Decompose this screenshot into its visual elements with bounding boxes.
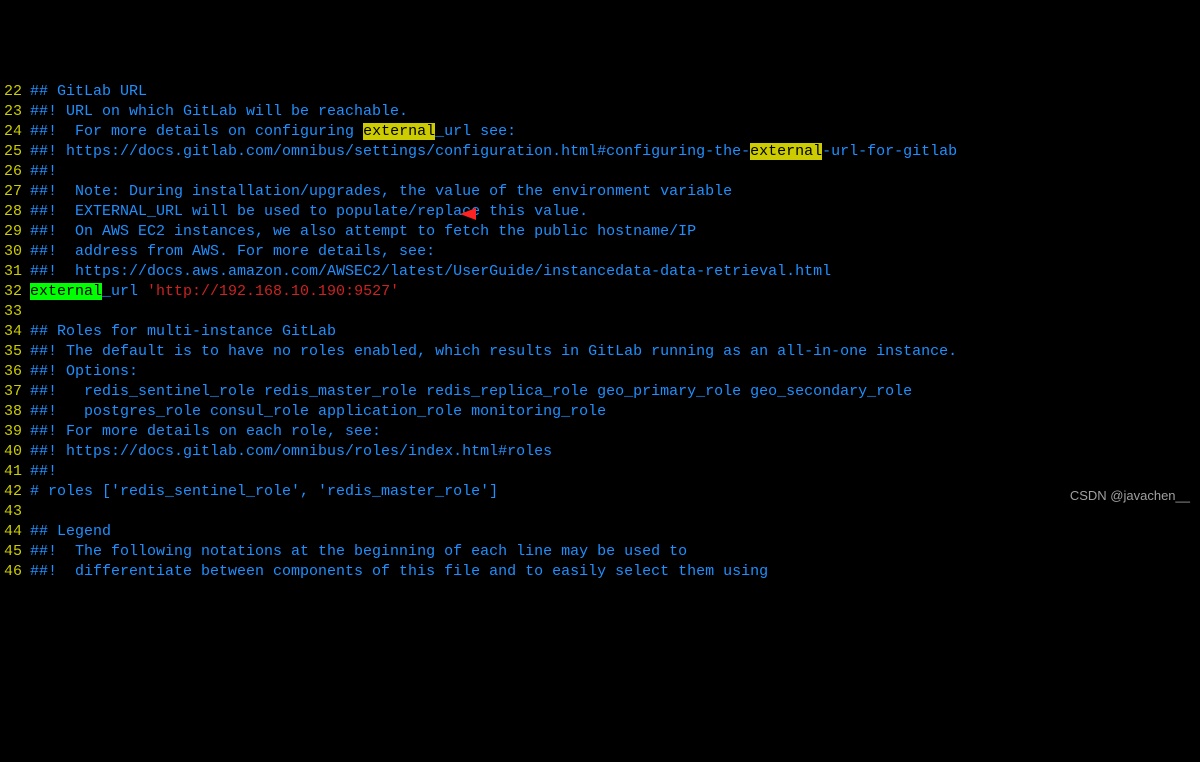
code-line[interactable]: 34## Roles for multi-instance GitLab xyxy=(0,322,1200,342)
line-number: 29 xyxy=(0,222,30,242)
code-line[interactable]: 45##! The following notations at the beg… xyxy=(0,542,1200,562)
line-content: ##! URL on which GitLab will be reachabl… xyxy=(30,102,408,122)
line-content: # roles ['redis_sentinel_role', 'redis_m… xyxy=(30,482,498,502)
code-line[interactable]: 22## GitLab URL xyxy=(0,82,1200,102)
code-line[interactable]: 35##! The default is to have no roles en… xyxy=(0,342,1200,362)
line-content: ## Legend xyxy=(30,522,111,542)
line-number: 25 xyxy=(0,142,30,162)
line-content: ##! https://docs.gitlab.com/omnibus/sett… xyxy=(30,142,957,162)
line-content: ##! The default is to have no roles enab… xyxy=(30,342,957,362)
code-line[interactable]: 40##! https://docs.gitlab.com/omnibus/ro… xyxy=(0,442,1200,462)
code-line[interactable]: 31##! https://docs.aws.amazon.com/AWSEC2… xyxy=(0,262,1200,282)
line-content: ##! address from AWS. For more details, … xyxy=(30,242,435,262)
line-number: 39 xyxy=(0,422,30,442)
line-content: ##! Options: xyxy=(30,362,138,382)
line-number: 22 xyxy=(0,82,30,102)
line-number: 26 xyxy=(0,162,30,182)
code-line[interactable]: 43 xyxy=(0,502,1200,522)
line-content: ##! The following notations at the begin… xyxy=(30,542,687,562)
line-number: 45 xyxy=(0,542,30,562)
line-content: ##! For more details on configuring exte… xyxy=(30,122,516,142)
code-line[interactable]: 26##! xyxy=(0,162,1200,182)
line-content: ##! On AWS EC2 instances, we also attemp… xyxy=(30,222,696,242)
line-number: 24 xyxy=(0,122,30,142)
line-number: 35 xyxy=(0,342,30,362)
code-line[interactable]: 29##! On AWS EC2 instances, we also atte… xyxy=(0,222,1200,242)
code-line[interactable]: 32external_url 'http://192.168.10.190:95… xyxy=(0,282,1200,302)
line-number: 32 xyxy=(0,282,30,302)
line-number: 28 xyxy=(0,202,30,222)
line-number: 43 xyxy=(0,502,30,522)
code-line[interactable]: 37##! redis_sentinel_role redis_master_r… xyxy=(0,382,1200,402)
line-content: ##! xyxy=(30,462,57,482)
line-number: 46 xyxy=(0,562,30,582)
line-content: ## Roles for multi-instance GitLab xyxy=(30,322,336,342)
line-content: external_url 'http://192.168.10.190:9527… xyxy=(30,282,399,302)
line-content: ##! EXTERNAL_URL will be used to populat… xyxy=(30,202,588,222)
code-line[interactable]: 41##! xyxy=(0,462,1200,482)
code-editor[interactable]: 22## GitLab URL23##! URL on which GitLab… xyxy=(0,82,1200,582)
line-content: ##! https://docs.gitlab.com/omnibus/role… xyxy=(30,442,552,462)
line-number: 42 xyxy=(0,482,30,502)
line-number: 40 xyxy=(0,442,30,462)
line-number: 23 xyxy=(0,102,30,122)
line-content: ##! postgres_role consul_role applicatio… xyxy=(30,402,606,422)
code-line[interactable]: 38##! postgres_role consul_role applicat… xyxy=(0,402,1200,422)
line-number: 44 xyxy=(0,522,30,542)
code-line[interactable]: 36##! Options: xyxy=(0,362,1200,382)
code-line[interactable]: 42# roles ['redis_sentinel_role', 'redis… xyxy=(0,482,1200,502)
line-number: 31 xyxy=(0,262,30,282)
line-content: ##! xyxy=(30,162,57,182)
code-line[interactable]: 44## Legend xyxy=(0,522,1200,542)
line-content: ##! redis_sentinel_role redis_master_rol… xyxy=(30,382,912,402)
code-line[interactable]: 46##! differentiate between components o… xyxy=(0,562,1200,582)
line-number: 33 xyxy=(0,302,30,322)
code-line[interactable]: 23##! URL on which GitLab will be reacha… xyxy=(0,102,1200,122)
code-line[interactable]: 28##! EXTERNAL_URL will be used to popul… xyxy=(0,202,1200,222)
code-line[interactable]: 27##! Note: During installation/upgrades… xyxy=(0,182,1200,202)
watermark: CSDN @javachen__ xyxy=(1070,486,1190,506)
line-number: 37 xyxy=(0,382,30,402)
code-line[interactable]: 24##! For more details on configuring ex… xyxy=(0,122,1200,142)
line-number: 41 xyxy=(0,462,30,482)
code-line[interactable]: 33 xyxy=(0,302,1200,322)
line-content: ##! differentiate between components of … xyxy=(30,562,768,582)
line-number: 38 xyxy=(0,402,30,422)
line-number: 34 xyxy=(0,322,30,342)
line-number: 36 xyxy=(0,362,30,382)
line-content: ##! For more details on each role, see: xyxy=(30,422,381,442)
line-number: 30 xyxy=(0,242,30,262)
code-line[interactable]: 30##! address from AWS. For more details… xyxy=(0,242,1200,262)
code-line[interactable]: 25##! https://docs.gitlab.com/omnibus/se… xyxy=(0,142,1200,162)
line-content: ## GitLab URL xyxy=(30,82,147,102)
line-number: 27 xyxy=(0,182,30,202)
code-line[interactable]: 39##! For more details on each role, see… xyxy=(0,422,1200,442)
line-content: ##! https://docs.aws.amazon.com/AWSEC2/l… xyxy=(30,262,831,282)
line-content: ##! Note: During installation/upgrades, … xyxy=(30,182,732,202)
